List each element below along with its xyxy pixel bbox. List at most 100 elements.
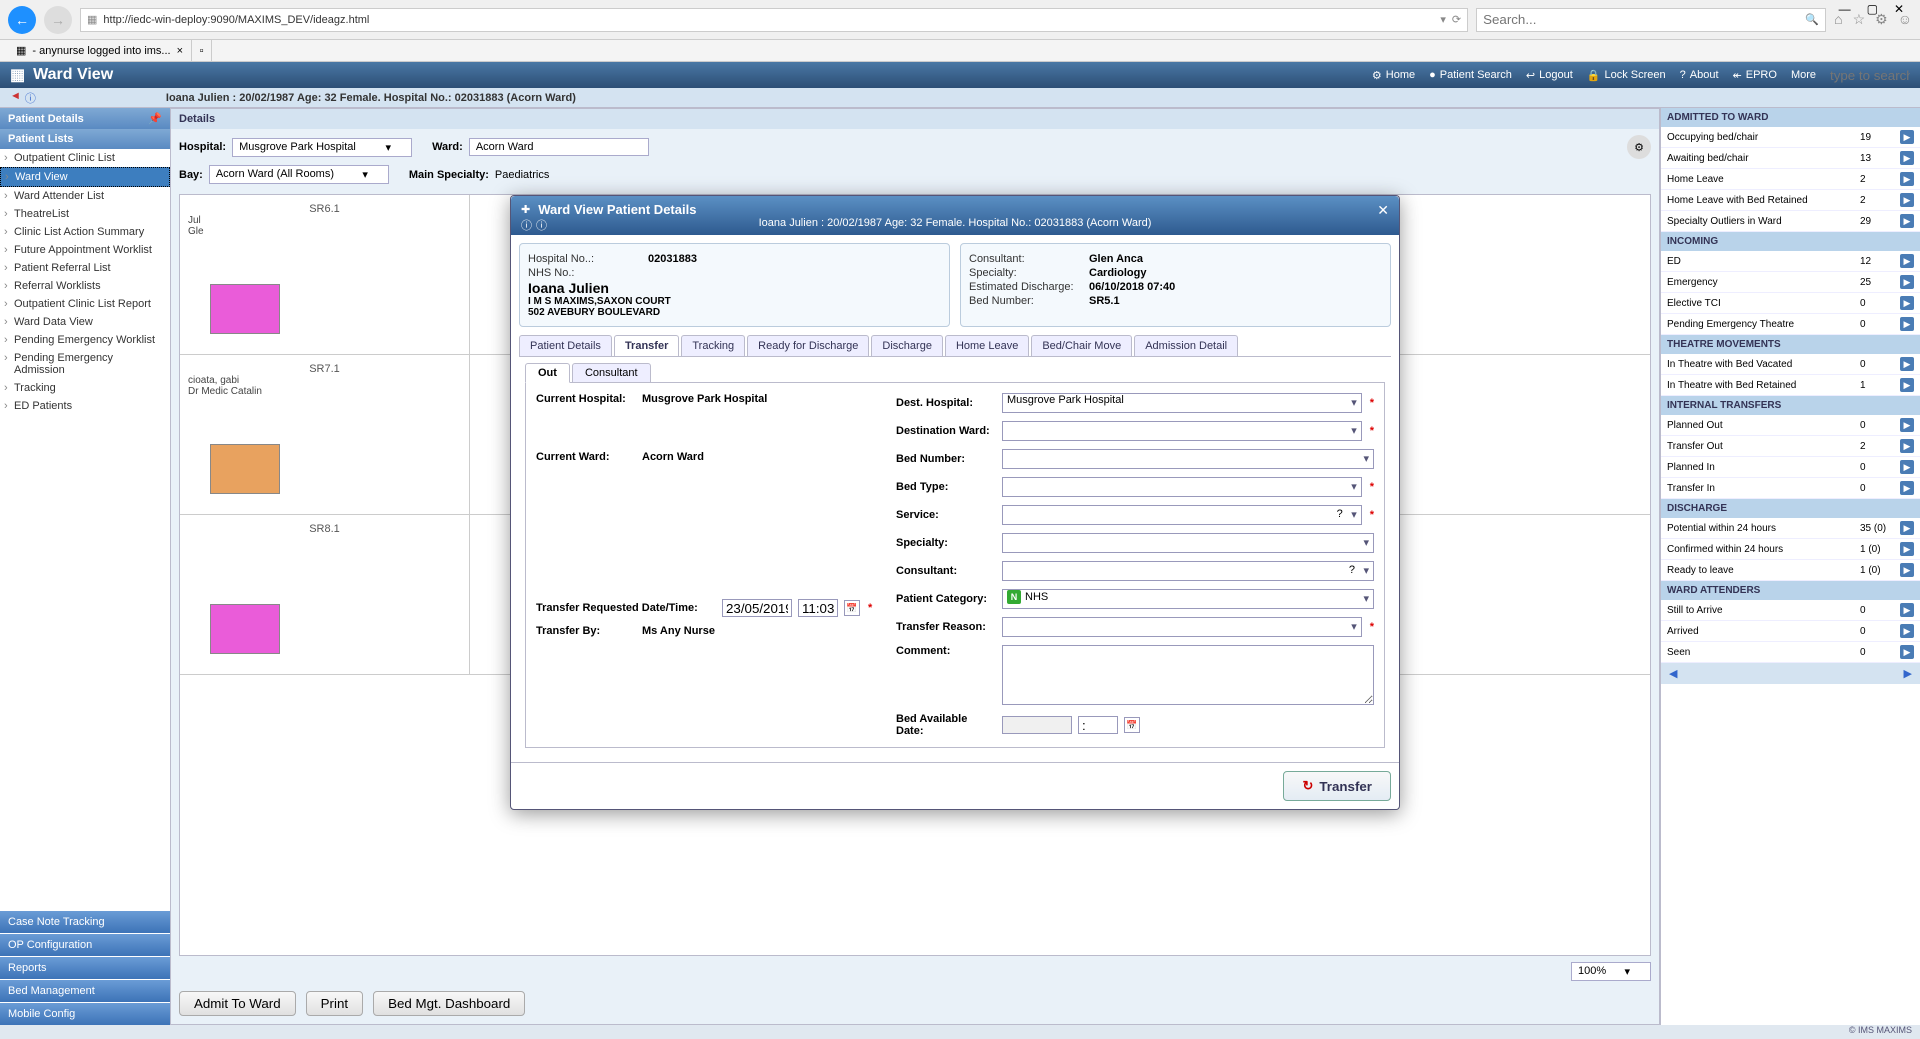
sidebar-bottom-button[interactable]: OP Configuration [0,933,170,956]
rp-row[interactable]: In Theatre with Bed Vacated 0 ▶ [1661,354,1920,375]
prev-icon[interactable]: ◀ [1669,667,1677,680]
arrow-icon[interactable]: ▶ [1900,521,1914,535]
next-icon[interactable]: ▶ [1904,667,1912,680]
arrow-icon[interactable]: ▶ [1900,439,1914,453]
arrow-icon[interactable]: ▶ [1900,418,1914,432]
calendar-icon[interactable]: 📅 [844,600,860,616]
rp-row[interactable]: Transfer Out 2 ▶ [1661,436,1920,457]
calendar-icon-2[interactable]: 📅 [1124,717,1140,733]
arrow-icon[interactable]: ▶ [1900,563,1914,577]
dest-hospital-select[interactable]: Musgrove Park Hospital [1002,393,1362,413]
bed-avail-date[interactable] [1002,716,1072,734]
tab-close-icon[interactable]: × [177,45,183,57]
bed-number-select[interactable] [1002,449,1374,469]
sidebar-item[interactable]: Outpatient Clinic List Report [0,295,170,313]
arrow-icon[interactable]: ▶ [1900,460,1914,474]
arrow-icon[interactable]: ▶ [1900,193,1914,207]
admit-button[interactable]: Admit To Ward [179,991,296,1016]
nav-about[interactable]: ?About [1680,69,1719,81]
hospital-select[interactable]: Musgrove Park Hospital ▾ [232,138,412,157]
service-select[interactable]: ? [1002,505,1362,525]
comment-textarea[interactable] [1002,645,1374,705]
rp-row[interactable]: Potential within 24 hours 35 (0) ▶ [1661,518,1920,539]
modal-info-icon[interactable]: ⓘ [521,217,532,233]
arrow-icon[interactable]: ▶ [1900,603,1914,617]
sidebar-item[interactable]: Pending Emergency Worklist [0,331,170,349]
sidebar-section-patient-lists[interactable]: Patient Lists [0,129,170,149]
nav-home[interactable]: ⚙Home [1372,69,1415,82]
pin-icon[interactable]: 📌 [148,112,162,125]
arrow-icon[interactable]: ▶ [1900,296,1914,310]
consultant-select[interactable]: ? [1002,561,1374,581]
sidebar-item[interactable]: Ward View [0,167,170,187]
url-bar[interactable]: ▦ http://iedc-win-deploy:9090/MAXIMS_DEV… [80,8,1468,32]
sidebar-item[interactable]: Ward Attender List [0,187,170,205]
sidebar-item[interactable]: Tracking [0,379,170,397]
header-search[interactable] [1830,68,1910,83]
sidebar-bottom-button[interactable]: Mobile Config [0,1002,170,1025]
dashboard-button[interactable]: Bed Mgt. Dashboard [373,991,525,1016]
sidebar-bottom-button[interactable]: Case Note Tracking [0,910,170,933]
bed-avail-time[interactable] [1078,716,1118,734]
modal-info-icon-2[interactable]: ⓘ [536,217,547,233]
arrow-icon[interactable]: ▶ [1900,172,1914,186]
win-minimize-icon[interactable]: — [1839,2,1851,16]
forward-button[interactable]: → [44,6,72,34]
room-cell[interactable]: SR6.1 Jul Gle [180,195,470,354]
rp-row[interactable]: Transfer In 0 ▶ [1661,478,1920,499]
sidebar-section-patient-details[interactable]: Patient Details📌 [0,108,170,129]
room-cell[interactable]: SR7.1 cioata, gabi Dr Medic Catalin [180,355,470,514]
rp-row[interactable]: Confirmed within 24 hours 1 (0) ▶ [1661,539,1920,560]
rp-row[interactable]: ED 12 ▶ [1661,251,1920,272]
patient-category-select[interactable]: NNHS [1002,589,1374,609]
req-date-input[interactable] [722,599,792,617]
transfer-button[interactable]: ↻ Transfer [1283,771,1391,801]
arrow-icon[interactable]: ▶ [1900,254,1914,268]
rp-row[interactable]: Specialty Outliers in Ward 29 ▶ [1661,211,1920,232]
banner-back-icon[interactable]: ◄ [10,90,21,106]
req-time-input[interactable] [798,599,838,617]
modal-tab[interactable]: Discharge [871,335,943,356]
win-close-icon[interactable]: ✕ [1894,2,1904,16]
rp-row[interactable]: Emergency 25 ▶ [1661,272,1920,293]
nav-logout[interactable]: ↩Logout [1526,69,1573,82]
sidebar-item[interactable]: Outpatient Clinic List [0,149,170,167]
sidebar-item[interactable]: Clinic List Action Summary [0,223,170,241]
arrow-icon[interactable]: ▶ [1900,130,1914,144]
arrow-icon[interactable]: ▶ [1900,378,1914,392]
nav-lock[interactable]: 🔒Lock Screen [1587,69,1666,82]
modal-close-icon[interactable]: ✕ [1377,202,1389,219]
refresh-icon[interactable]: ⟳ [1452,13,1461,26]
arrow-icon[interactable]: ▶ [1900,624,1914,638]
sidebar-bottom-button[interactable]: Reports [0,956,170,979]
search-input[interactable] [1483,12,1805,27]
search-icon[interactable]: 🔍 [1805,13,1819,26]
dest-ward-select[interactable] [1002,421,1362,441]
rp-row[interactable]: Planned In 0 ▶ [1661,457,1920,478]
rp-row[interactable]: In Theatre with Bed Retained 1 ▶ [1661,375,1920,396]
nav-more[interactable]: More [1791,69,1816,81]
sidebar-item[interactable]: Patient Referral List [0,259,170,277]
modal-tab[interactable]: Transfer [614,335,679,356]
modal-tab[interactable]: Tracking [681,335,745,356]
win-maximize-icon[interactable]: ▢ [1867,2,1878,16]
sidebar-item[interactable]: Future Appointment Worklist [0,241,170,259]
sub-tab[interactable]: Out [525,363,570,383]
transfer-reason-select[interactable] [1002,617,1362,637]
nav-patient-search[interactable]: ●Patient Search [1429,69,1512,81]
rp-row[interactable]: Home Leave 2 ▶ [1661,169,1920,190]
arrow-icon[interactable]: ▶ [1900,542,1914,556]
modal-tab[interactable]: Patient Details [519,335,612,356]
arrow-icon[interactable]: ▶ [1900,645,1914,659]
bay-select[interactable]: Acorn Ward (All Rooms) ▾ [209,165,389,184]
gear-icon[interactable]: ⚙ [1627,135,1651,159]
browser-search[interactable]: 🔍 [1476,8,1826,32]
specialty-select[interactable] [1002,533,1374,553]
arrow-icon[interactable]: ▶ [1900,317,1914,331]
arrow-icon[interactable]: ▶ [1900,481,1914,495]
zoom-select[interactable]: 100% ▾ [1571,962,1651,981]
rp-row[interactable]: Ready to leave 1 (0) ▶ [1661,560,1920,581]
sidebar-item[interactable]: Pending Emergency Admission [0,349,170,379]
rp-row[interactable]: Elective TCI 0 ▶ [1661,293,1920,314]
modal-tab[interactable]: Home Leave [945,335,1029,356]
